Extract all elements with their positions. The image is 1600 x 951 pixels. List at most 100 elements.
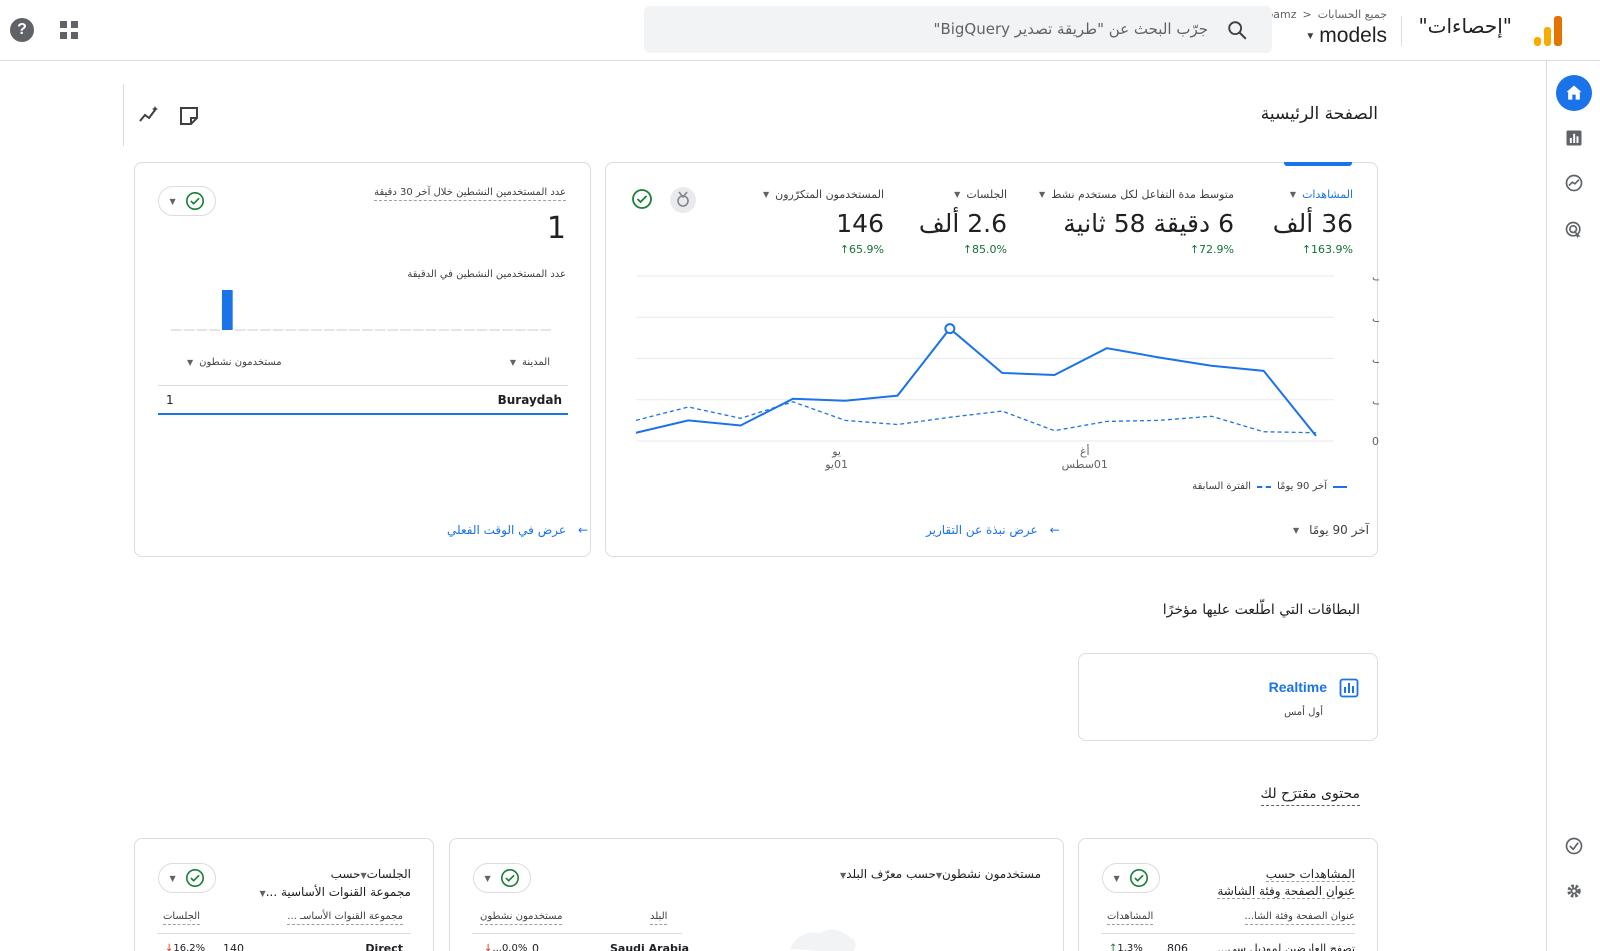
nav-home-icon[interactable]: [1556, 75, 1592, 111]
card-menu[interactable]: ▼: [158, 863, 216, 893]
chevron-down-icon: ▼: [1113, 873, 1120, 883]
check-circle-icon: [185, 869, 204, 887]
breadcrumb-separator-icon: <: [1302, 8, 1312, 21]
notes-icon[interactable]: [177, 104, 201, 128]
card-title[interactable]: الجلسات▼حسب مجموعة القنوات الأساسية ...▼: [260, 866, 411, 902]
navigation-rail: [1546, 61, 1600, 951]
y-tick-label: 0: [1372, 435, 1379, 448]
legend-current: آخر 90 يومًا: [1277, 481, 1327, 492]
card-title-line2: عنوان الصفحة وفئة الشاشة: [1217, 884, 1355, 899]
column-sessions: الجلسات: [163, 911, 200, 925]
view-realtime-link[interactable]: ← عرض في الوقت الفعلي: [447, 523, 588, 537]
row-change: 0.0%...↓: [484, 943, 528, 951]
series-line-previous: [635, 401, 1317, 434]
search-icon: [1228, 21, 1247, 40]
nav-explore-icon[interactable]: [1556, 165, 1592, 201]
overview-card: المشاهدات ▼ 36 ألف 163.9%↑ متوسط مدة التف…: [605, 162, 1379, 557]
nav-settings-icon[interactable]: [1556, 873, 1592, 909]
card-menu[interactable]: ▼: [473, 863, 531, 893]
apps-grid-icon[interactable]: [60, 21, 78, 39]
row-page-title[interactable]: تصفح العارضين لموديل سي...: [1217, 942, 1355, 951]
column-active-users[interactable]: مستخدمون نشطون ▼: [187, 357, 282, 368]
card-title[interactable]: مستخدمون نشطون▼حسب معرّف البلد▼: [840, 866, 1041, 884]
recent-card-label: Realtime: [1268, 679, 1327, 695]
column-city-label: المدينة: [521, 357, 550, 368]
row-change: 1.3%↑: [1109, 943, 1143, 951]
column-active-users: مستخدمون نشطون: [480, 911, 563, 925]
nav-reports-icon[interactable]: [1556, 120, 1592, 156]
card-menu[interactable]: ▼: [1102, 863, 1160, 893]
legend-solid-swatch: [1333, 485, 1347, 488]
minute-bar-chart: [171, 290, 551, 331]
x-tick-label: أغ: [1080, 444, 1090, 458]
suggested-card-views: المشاهدات حسب عنوان الصفحة وفئة الشاشة ▼…: [1078, 838, 1378, 951]
row-views-value: 806: [1167, 942, 1188, 951]
city-cell: Buraydah: [497, 393, 562, 407]
help-icon[interactable]: ?: [10, 18, 34, 42]
column-channel-group: مجموعة القنوات الأساسـ ...: [287, 911, 403, 925]
line-chart: 8 ألف 6 ألف 4 ألف 2 ألف 0 يو01يو أغ01سطس: [635, 269, 1379, 471]
nav-advertising-icon[interactable]: [1556, 212, 1592, 248]
table-header-divider: [1101, 933, 1355, 934]
column-country: البلد: [650, 911, 668, 925]
recent-card-date: أول أمس: [1284, 707, 1323, 718]
y-tick-label: 8 ألف: [1372, 269, 1379, 283]
property-name: models: [1319, 24, 1387, 47]
column-page-title: عنوان الصفحة وفئة الشا...: [1244, 911, 1355, 925]
realtime-card: عدد المستخدمين النشطين خلال آخر 30 دقيقة…: [134, 162, 591, 557]
product-name[interactable]: "إحصاءات": [1418, 14, 1512, 38]
arrow-left-icon: ←: [578, 523, 589, 537]
column-users-label: مستخدمون نشطون: [199, 357, 282, 368]
check-circle-icon: [500, 869, 519, 887]
analytics-logo-icon[interactable]: [1534, 14, 1564, 46]
card-title[interactable]: المشاهدات حسب عنوان الصفحة وفئة الشاشة: [1217, 866, 1355, 900]
nav-checklist-icon[interactable]: [1556, 828, 1592, 864]
bar-chart-icon: [1339, 678, 1359, 698]
breadcrumb[interactable]: جميع الحسابات < sdpamz: [1254, 8, 1387, 21]
chevron-down-icon: ▼: [1292, 525, 1300, 535]
realtime-value: 1: [546, 211, 566, 246]
suggested-card-channels: الجلسات▼حسب مجموعة القنوات الأساسية ...▼…: [134, 838, 434, 951]
breadcrumb-all-accounts[interactable]: جميع الحسابات: [1318, 8, 1387, 21]
table-row[interactable]: Buraydah 1: [158, 385, 568, 415]
recent-realtime-card[interactable]: Realtime أول أمس: [1078, 653, 1378, 741]
recent-section-title: البطاقات التي اطّلعت عليها مؤخرًا: [1162, 602, 1360, 618]
chevron-down-icon: ▼: [484, 873, 491, 883]
minute-bar: [221, 290, 233, 330]
world-map-icon: [790, 929, 856, 951]
y-tick-label: 6 ألف: [1372, 310, 1379, 324]
y-tick-label: 4 ألف: [1372, 352, 1379, 366]
table-header-divider: [157, 933, 411, 934]
row-country[interactable]: Saudi Arabia: [610, 942, 689, 951]
card-title-dimension: مجموعة القنوات الأساسية ...: [265, 885, 411, 899]
card-title-by: حسب: [330, 867, 361, 881]
x-tick-label: 01سطس: [1062, 458, 1108, 471]
date-range-selector[interactable]: آخر 90 يومًا ▼: [1293, 523, 1369, 537]
view-realtime-label: عرض في الوقت الفعلي: [447, 523, 567, 537]
top-bar: "إحصاءات" جميع الحسابات < sdpamz models …: [0, 0, 1600, 61]
view-reports-link[interactable]: ← عرض نبذة عن التقارير: [926, 523, 1060, 537]
suggested-card-countries: مستخدمون نشطون▼حسب معرّف البلد▼ ▼ البلد …: [449, 838, 1064, 951]
search-bar[interactable]: جرّب البحث عن "طريقة تصدير BigQuery": [644, 6, 1272, 53]
row-channel[interactable]: Direct: [365, 942, 403, 951]
insights-icon[interactable]: [137, 104, 161, 128]
realtime-card-menu[interactable]: ▼: [158, 186, 216, 216]
suggested-section-title[interactable]: محتوى مقترَح لك: [1260, 786, 1360, 806]
per-minute-label: عدد المستخدمين النشطين في الدقيقة: [407, 269, 566, 280]
card-title-dimension: حسب معرّف البلد: [846, 867, 936, 881]
date-range-label: آخر 90 يومًا: [1309, 523, 1369, 537]
realtime-title: عدد المستخدمين النشطين خلال آخر 30 دقيقة: [374, 187, 566, 201]
column-city[interactable]: المدينة ▼: [510, 357, 550, 368]
row-sessions-value: 140: [223, 942, 244, 951]
highlight-point: [944, 323, 956, 335]
chart-legend: آخر 90 يومًا الفترة السابقة: [1192, 481, 1347, 492]
chevron-down-icon: ▼: [169, 873, 176, 883]
chevron-down-icon: ▼: [1305, 30, 1316, 42]
check-circle-icon: [1129, 869, 1148, 887]
x-tick-label: 01يو: [824, 458, 848, 471]
row-users-value: 0: [532, 942, 539, 951]
chevron-down-icon: ▼: [187, 358, 194, 367]
page-title: الصفحة الرئيسية: [1260, 104, 1378, 124]
property-selector[interactable]: models ▼: [1305, 24, 1387, 48]
series-line-current: [635, 327, 1317, 437]
